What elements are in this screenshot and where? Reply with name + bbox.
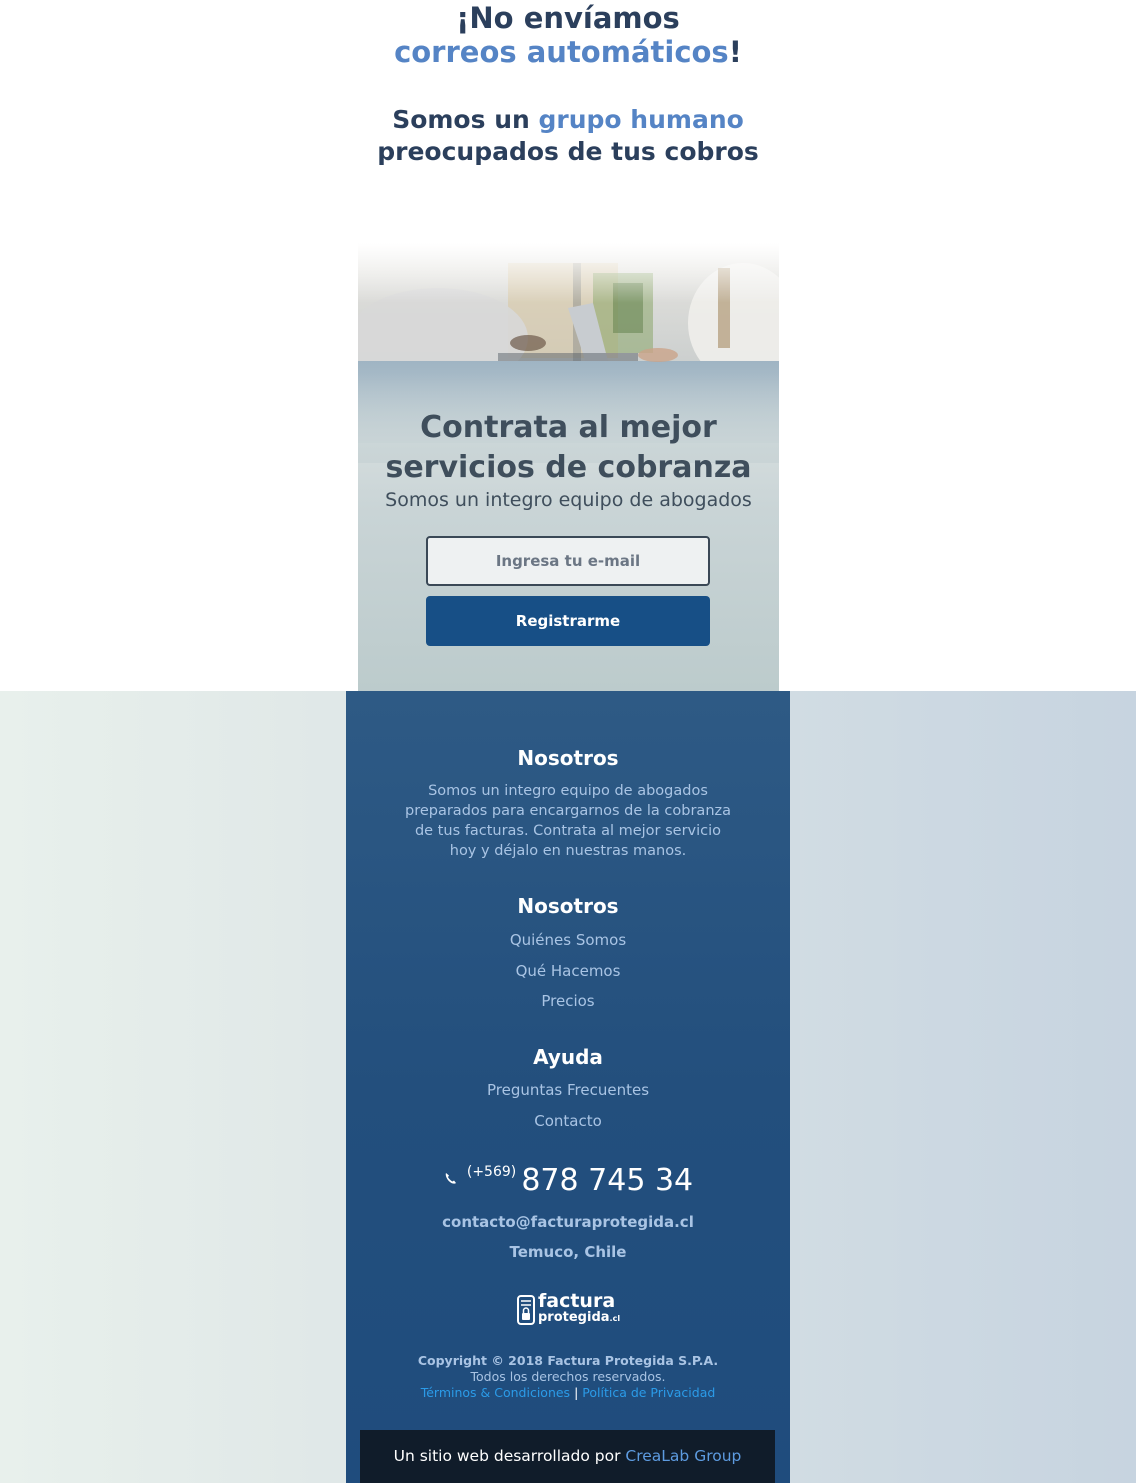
subheadline-line1: Somos un grupo humano (0, 104, 1136, 136)
logo-text-protegida-word: protegida (538, 1310, 610, 1325)
headline-line2: correos automáticos! (0, 35, 1136, 69)
rights-text: Todos los derechos reservados. (470, 1369, 666, 1384)
hero-subtitle: Somos un integro equipo de abogados (385, 489, 752, 511)
photo-top-fade (358, 243, 779, 303)
headline-exclamation: ! (728, 35, 742, 69)
hero-title-line2: servicios de cobranza (385, 450, 752, 485)
privacy-link[interactable]: Política de Privacidad (582, 1385, 715, 1400)
shield-document-icon (517, 1295, 535, 1325)
nav-heading: Nosotros (517, 894, 619, 918)
logo-text-protegida: protegida.cl (538, 1310, 620, 1326)
phone-row: (+569) 878 745 34 (346, 1163, 790, 1198)
about-text-line2: preparados para encargarnos de la cobran… (404, 803, 732, 819)
about-text-line1: Somos un integro equipo de abogados (428, 783, 708, 799)
register-button[interactable]: Registrarme (426, 596, 710, 646)
nav-link-precios[interactable]: Precios (346, 991, 790, 1011)
signup-hero: Contrata al mejor servicios de cobranza … (358, 243, 779, 692)
help-link-contacto[interactable]: Contacto (346, 1111, 790, 1131)
credit-text: Un sitio web desarrollado por (393, 1447, 626, 1465)
nav-link-que-hacemos[interactable]: Qué Hacemos (346, 961, 790, 981)
factura-protegida-logo[interactable]: factura protegida.cl (516, 1290, 620, 1327)
crealab-link[interactable]: CreaLab Group (625, 1447, 741, 1465)
hero-title: Contrata al mejor servicios de cobranza (358, 408, 779, 488)
nav-link-quienes-somos[interactable]: Quiénes Somos (346, 930, 790, 950)
phone-prefix: (+569) (466, 1164, 517, 1180)
subheadline-accent: grupo humano (538, 105, 744, 134)
legal-links: Términos & Condiciones | Política de Pri… (346, 1385, 790, 1401)
about-text-line4: hoy y déjalo en nuestras manos. (449, 843, 687, 859)
footer: Nosotros Somos un integro equipo de abog… (346, 691, 790, 1483)
about-heading: Nosotros (517, 746, 619, 770)
headline-accent: correos automáticos (394, 35, 729, 69)
headline-line1: ¡No envíamos (456, 1, 680, 35)
logo-text-factura: factura (538, 1290, 616, 1312)
phone-number[interactable]: 878 745 34 (521, 1163, 693, 1198)
about-text-line3: de tus facturas. Contrata al mejor servi… (414, 823, 722, 839)
legal-separator: | (574, 1385, 579, 1400)
help-heading: Ayuda (533, 1045, 603, 1069)
copyright-text: Copyright © 2018 Factura Protegida S.P.A… (417, 1353, 719, 1368)
location-text: Temuco, Chile (509, 1243, 627, 1261)
phone-icon (445, 1173, 456, 1184)
logo-text-suffix: .cl (609, 1314, 621, 1323)
email-input[interactable] (426, 536, 710, 586)
subheadline-line2: preocupados de tus cobros (377, 137, 759, 166)
contact-email-link[interactable]: contacto@facturaprotegida.cl (346, 1212, 790, 1232)
hero-title-line1: Contrata al mejor (420, 410, 717, 445)
terms-link[interactable]: Términos & Condiciones (421, 1385, 570, 1400)
help-link-faq[interactable]: Preguntas Frecuentes (346, 1080, 790, 1100)
credit-bar: Un sitio web desarrollado por CreaLab Gr… (360, 1430, 775, 1483)
subheadline-start: Somos un (392, 105, 539, 134)
